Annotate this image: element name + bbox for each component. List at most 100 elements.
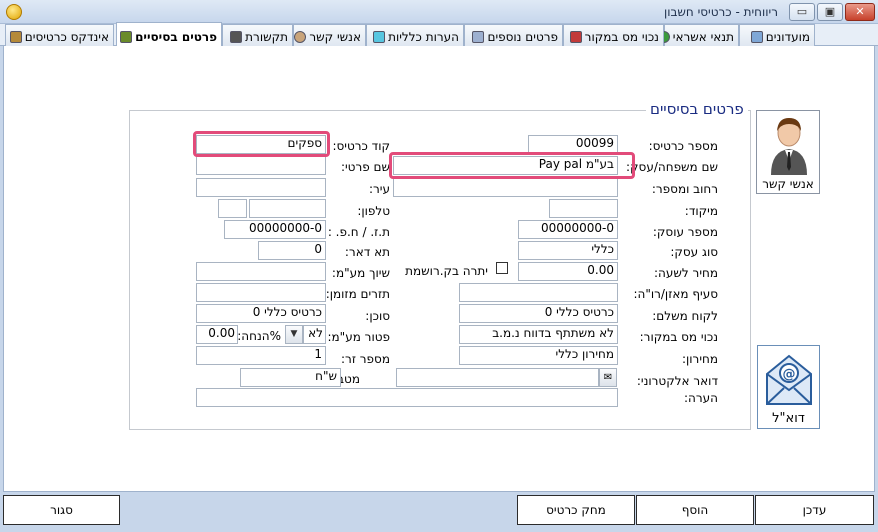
registered-balance-checkbox[interactable] [496, 262, 508, 274]
vat-exempt-label: פטור מע"מ: [327, 330, 390, 344]
person-icon [771, 118, 807, 175]
contacts-caption: אנשי קשר [762, 177, 814, 191]
restore-button[interactable]: ▣ [817, 3, 843, 21]
phone-input[interactable] [249, 199, 326, 218]
tab-label: תקשורת [245, 30, 288, 44]
paying-customer-label: לקוח משלם: [652, 309, 718, 323]
phone-icon [230, 31, 243, 43]
hourly-price-label: מחיר לשעה: [654, 266, 718, 280]
id-input[interactable]: 00000000-0 [224, 220, 326, 239]
note-label: הערה: [683, 391, 718, 405]
card-number-input[interactable]: 00099 [528, 135, 618, 154]
id-label: ת.ז. / ח.פ. : [327, 225, 390, 239]
withholding-input[interactable]: לא משתתף בדווח נ.מ.ב [459, 325, 618, 344]
tab-label: אנשי קשר [309, 30, 361, 44]
cash-flow-label: תזרים מזומן: [325, 287, 390, 301]
business-number-label: מספר עוסק: [652, 225, 718, 239]
card-code-input[interactable]: ספקים [196, 135, 326, 154]
discount-input[interactable]: 0.00 [196, 325, 238, 344]
close-button[interactable]: סגור [3, 495, 120, 525]
chevron-down-icon: ▼ [290, 329, 298, 339]
tax-icon [569, 31, 582, 43]
business-number-input[interactable]: 00000000-0 [518, 220, 618, 239]
registered-balance-label: יתרה בק.רושמת [405, 264, 488, 278]
phone-label: טלפון: [357, 204, 390, 218]
card-code-label: קוד כרטיס: [332, 139, 390, 153]
contacts-icon [294, 31, 307, 43]
delete-card-button[interactable]: מחק כרטיס [517, 495, 635, 525]
city-input[interactable] [196, 178, 326, 197]
family-name-label: שם משפחה/עסק: [625, 160, 718, 174]
tab-label: הערות כלליות [388, 30, 459, 44]
currency-input[interactable]: ש"ח [240, 368, 341, 387]
vat-exempt-dropdown-button[interactable]: ▼ [285, 325, 303, 344]
zip-input[interactable] [549, 199, 618, 218]
vat-assignment-input[interactable] [196, 262, 326, 281]
email-caption: דוא"ל [772, 411, 805, 426]
note-input[interactable] [196, 388, 618, 407]
section-title: פרטים בסיסיים [646, 100, 748, 118]
email-label: דואר אלקטרוני: [636, 374, 718, 388]
email-input[interactable] [396, 368, 599, 387]
balance-clause-input[interactable] [459, 283, 618, 302]
po-box-input[interactable]: 0 [258, 241, 326, 260]
app-icon [6, 4, 22, 20]
details-icon [472, 31, 485, 43]
mail-small-icon: ✉ [603, 372, 613, 383]
po-box-label: תא דאר: [344, 245, 390, 259]
business-type-label: סוג עסק: [670, 245, 718, 259]
hourly-price-input[interactable]: 0.00 [518, 262, 618, 281]
tab-label: תנאי אשראי [672, 30, 734, 44]
tab-additional-details[interactable]: פרטים נוספים [464, 24, 563, 46]
tab-general-notes[interactable]: הערות כלליות [366, 24, 464, 46]
tab-communication[interactable]: תקשורת [222, 24, 293, 46]
update-button[interactable]: עדכן [755, 495, 874, 525]
minimize-button[interactable]: ▭ [789, 3, 815, 21]
tab-label: אינדקס כרטיסים [24, 30, 109, 44]
vat-exempt-select[interactable]: לא [303, 325, 326, 344]
window-title: ריווחית - כרטיסי חשבון [663, 5, 778, 19]
tab-label: פרטים נוספים [487, 30, 558, 44]
tab-contacts[interactable]: אנשי קשר [293, 24, 366, 46]
cash-flow-input[interactable] [196, 283, 326, 302]
email-browse-button[interactable]: ✉ [599, 368, 617, 387]
tab-label: מועדונים [765, 30, 810, 44]
street-input[interactable] [393, 178, 618, 197]
edit-icon [373, 31, 386, 43]
close-window-button[interactable]: ✕ [845, 3, 875, 21]
clubs-icon [750, 31, 763, 43]
tab-card-index[interactable]: אינדקס כרטיסים [5, 24, 114, 46]
tab-basic-details[interactable]: פרטים בסיסיים [116, 22, 222, 47]
business-type-input[interactable]: כללי [518, 241, 618, 260]
tab-credit-terms[interactable]: תנאי אשראי [657, 24, 739, 46]
email-icon: @ [766, 354, 812, 405]
price-list-input[interactable]: מחירון כללי [459, 346, 618, 365]
street-label: רחוב ומספר: [651, 182, 718, 196]
paying-customer-input[interactable]: כרטיס כללי 0 [459, 304, 618, 323]
contacts-button[interactable]: אנשי קשר [756, 110, 820, 194]
agent-label: סוכן: [365, 309, 390, 323]
foreign-number-label: מספר זר: [341, 352, 390, 366]
discount-label: %הנחה: [237, 329, 281, 343]
balance-clause-label: סעיף מאזן/רו"ה: [633, 287, 718, 301]
first-name-input[interactable] [196, 156, 326, 175]
price-list-label: מחירון: [681, 352, 718, 366]
zip-label: מיקוד: [684, 204, 718, 218]
tab-withholding-tax[interactable]: נכוי מס במקור [563, 24, 664, 46]
phone-prefix-input[interactable] [218, 199, 247, 218]
city-label: עיר: [368, 182, 390, 196]
family-name-input[interactable]: Pay pal בע"מ [393, 156, 618, 175]
foreign-number-input[interactable]: 1 [196, 346, 326, 365]
tab-clubs[interactable]: מועדונים [739, 24, 815, 46]
index-icon [9, 31, 22, 43]
svg-text:@: @ [783, 367, 796, 382]
vat-assignment-label: שיוך מע"מ: [331, 266, 390, 280]
tab-label: נכוי מס במקור [584, 30, 659, 44]
card-number-label: מספר כרטיס: [648, 139, 718, 153]
tab-bar: מועדונים תנאי אשראי נכוי מס במקור פרטים … [0, 22, 878, 47]
agent-input[interactable]: כרטיס כללי 0 [196, 304, 326, 323]
withholding-label: נכוי מס במקור: [639, 330, 718, 344]
book-icon [120, 30, 133, 43]
add-button[interactable]: הוסף [636, 495, 754, 525]
email-button[interactable]: @ דוא"ל [757, 345, 820, 429]
